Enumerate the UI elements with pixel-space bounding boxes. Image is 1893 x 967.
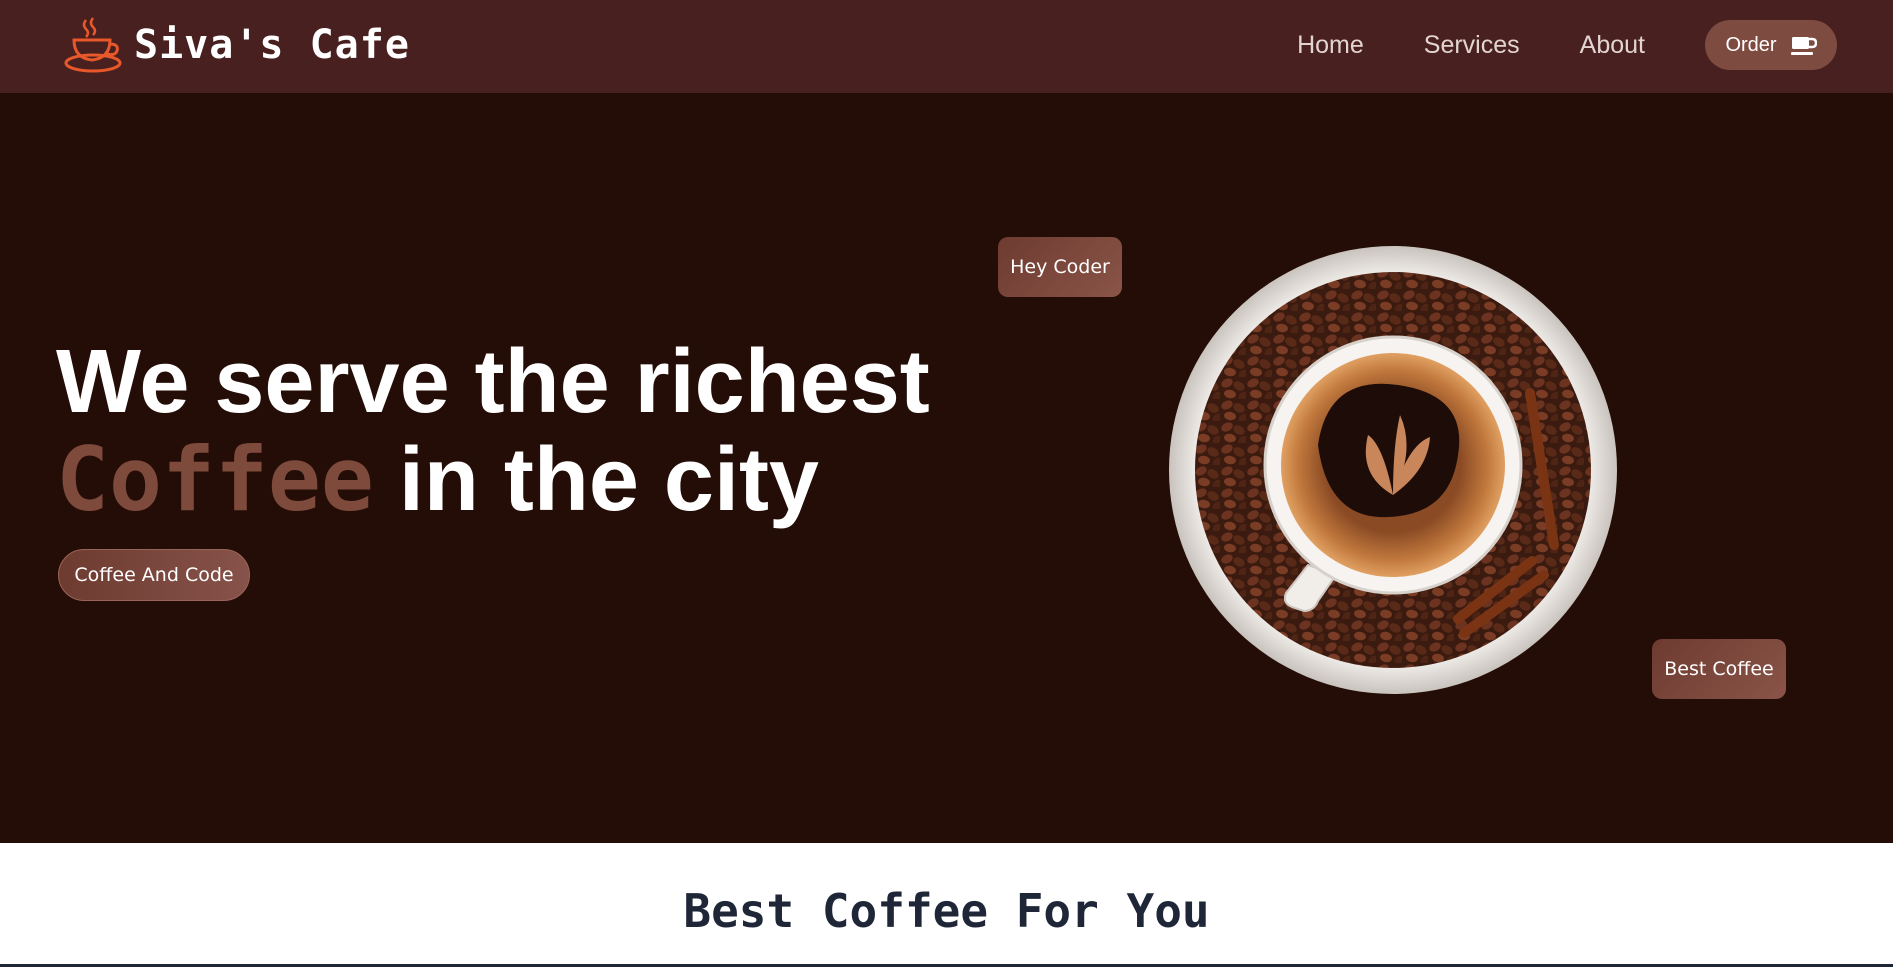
order-button[interactable]: Order (1705, 20, 1837, 70)
best-coffee-tag: Best Coffee (1652, 639, 1786, 699)
navbar: Siva's Cafe Home Services About Order (0, 0, 1893, 93)
section-title: Best Coffee For You (683, 884, 1210, 938)
coffee-cup-logo-icon (64, 17, 122, 73)
nav-link-home[interactable]: Home (1297, 31, 1364, 60)
hey-coder-tag: Hey Coder (998, 237, 1122, 297)
nav-link-about[interactable]: About (1580, 31, 1645, 60)
nav-link-services[interactable]: Services (1424, 31, 1520, 60)
coffee-and-code-button[interactable]: Coffee And Code (58, 549, 250, 601)
headline-rest: in the city (373, 430, 819, 530)
headline-accent: Coffee (56, 428, 374, 531)
order-button-label: Order (1725, 33, 1777, 56)
coffee-cup-icon (1790, 37, 1817, 55)
brand[interactable]: Siva's Cafe (64, 16, 410, 74)
hero-section: We serve the richest Coffee in the city C… (0, 93, 1893, 843)
headline-line1: We serve the richest (56, 332, 930, 432)
hero-headline: We serve the richest Coffee in the city (56, 333, 930, 529)
brand-name: Siva's Cafe (134, 22, 410, 68)
coffee-cup-with-beans-image (1169, 246, 1617, 694)
nav-links: Home Services About Order (1297, 20, 1837, 70)
